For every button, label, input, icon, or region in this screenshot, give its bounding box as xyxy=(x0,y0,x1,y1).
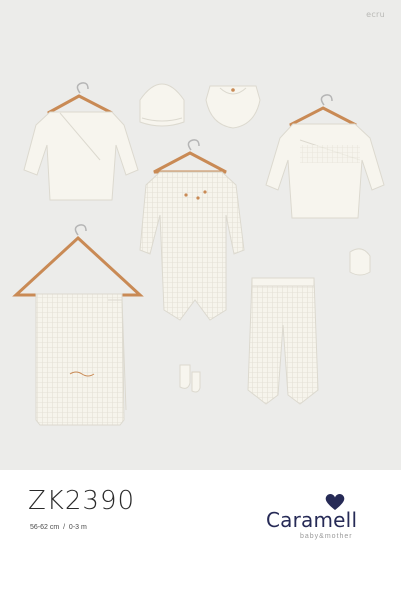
mittens xyxy=(349,248,371,276)
baby-bib xyxy=(205,85,261,129)
size-separator: / xyxy=(63,524,66,531)
product-code: ZK2390 xyxy=(28,486,136,516)
product-photo: ecru xyxy=(0,0,401,470)
blanket-on-hanger xyxy=(12,224,144,426)
wrap-shirt-right xyxy=(265,94,385,219)
color-tag: ecru xyxy=(366,10,385,19)
brand-logo: Caramell xyxy=(266,508,358,532)
footed-pants xyxy=(247,277,319,405)
age-range: 0-3 m xyxy=(68,524,87,531)
garment-set-illustration xyxy=(12,82,385,426)
footed-onesie xyxy=(139,139,245,321)
baby-socks xyxy=(179,364,201,393)
wrap-shirt-left xyxy=(23,82,139,201)
baby-hat xyxy=(139,83,185,127)
size-range: 56-62 cm xyxy=(30,524,60,531)
size-info: 56-62 cm / 0-3 m xyxy=(30,524,87,531)
brand-tagline: baby&mother xyxy=(300,533,353,540)
